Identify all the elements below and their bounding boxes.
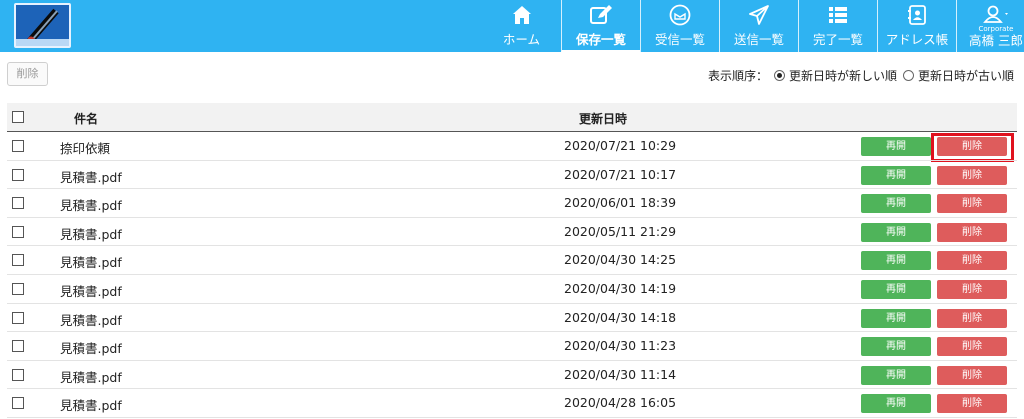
address-book-icon — [878, 4, 956, 28]
table-row: 捺印依頼 2020/07/21 10:29 再開 削除 — [7, 132, 1017, 161]
nav-label: 送信一覧 — [733, 32, 784, 47]
row-checkbox[interactable] — [12, 140, 24, 152]
table-row: 見積書.pdf 2020/06/01 18:39 再開 削除 — [7, 189, 1017, 218]
row-date: 2020/04/28 16:05 — [564, 395, 677, 411]
sort-order: 表示順序： 更新日時が新しい順 更新日時が古い順 — [708, 67, 1014, 84]
row-date: 2020/04/30 11:14 — [564, 366, 677, 382]
list-icon — [799, 4, 877, 28]
row-checkbox[interactable] — [12, 397, 24, 410]
document-table: 件名 更新日時 捺印依頼 2020/07/21 10:29 再開 削除 見積書.pdf 2… — [7, 103, 1017, 418]
delete-button[interactable]: 削除 — [937, 279, 1007, 299]
row-name[interactable]: 見積書.pdf — [60, 224, 122, 243]
user-name: 高橋 三郎 — [969, 33, 1023, 48]
resume-button[interactable]: 再開 — [861, 222, 931, 242]
row-name[interactable]: 見積書.pdf — [60, 195, 122, 214]
delete-button[interactable]: 削除 — [937, 137, 1007, 156]
row-checkbox[interactable] — [12, 311, 24, 324]
resume-button[interactable]: 再開 — [861, 279, 931, 299]
resume-button[interactable]: 再開 — [861, 337, 931, 357]
row-checkbox[interactable] — [12, 197, 24, 210]
main-nav: ホーム 保存一覧 受信一覧 送信一覧 完了一覧 アドレス帳 Corporate … — [482, 0, 1024, 52]
row-date: 2020/04/30 11:23 — [564, 338, 677, 354]
row-date: 2020/04/30 14:18 — [564, 309, 677, 325]
row-name[interactable]: 見積書.pdf — [60, 281, 122, 300]
row-date: 2020/07/21 10:29 — [564, 138, 677, 153]
top-header: ホーム 保存一覧 受信一覧 送信一覧 完了一覧 アドレス帳 Corporate … — [0, 0, 1024, 52]
nav-label: 保存一覧 — [575, 32, 626, 47]
delete-button[interactable]: 削除 — [937, 194, 1007, 214]
sort-oldest-label[interactable]: 更新日時が古い順 — [918, 67, 1014, 84]
nav-item-saved[interactable]: 保存一覧 — [561, 0, 640, 52]
sort-newest-radio[interactable] — [773, 70, 785, 81]
delete-button[interactable]: 削除 — [937, 251, 1007, 271]
row-name[interactable]: 見積書.pdf — [60, 310, 122, 329]
row-name[interactable]: 見積書.pdf — [60, 367, 122, 386]
column-header-date: 更新日時 — [579, 112, 628, 126]
bulk-delete-button[interactable]: 削除 — [7, 62, 48, 86]
table-row: 見積書.pdf 2020/04/30 14:18 再開 削除 — [7, 304, 1017, 333]
app-logo-icon[interactable] — [14, 3, 71, 48]
row-date: 2020/07/21 10:17 — [564, 166, 677, 182]
resume-button[interactable]: 再開 — [861, 165, 931, 185]
delete-button[interactable]: 削除 — [937, 394, 1007, 414]
table-row: 見積書.pdf 2020/04/30 14:25 再開 削除 — [7, 246, 1017, 275]
nav-label: 完了一覧 — [812, 32, 863, 47]
delete-button[interactable]: 削除 — [937, 165, 1007, 185]
sort-oldest-radio[interactable] — [902, 70, 914, 81]
row-name[interactable]: 見積書.pdf — [60, 338, 122, 357]
resume-button[interactable]: 再開 — [861, 394, 931, 414]
select-all-checkbox[interactable] — [12, 111, 24, 123]
table-row: 見積書.pdf 2020/04/28 16:05 再開 削除 — [7, 389, 1017, 418]
row-checkbox[interactable] — [12, 254, 24, 267]
resume-button[interactable]: 再開 — [861, 137, 931, 156]
resume-button[interactable]: 再開 — [861, 194, 931, 214]
row-date: 2020/04/30 14:19 — [564, 280, 677, 296]
nav-label: ホーム — [502, 32, 541, 47]
row-date: 2020/04/30 14:25 — [564, 252, 677, 268]
nav-item-sent[interactable]: 送信一覧 — [719, 0, 798, 52]
home-icon — [482, 4, 561, 28]
nav-label: 受信一覧 — [654, 32, 705, 47]
row-name[interactable]: 捺印依頼 — [60, 138, 110, 157]
nav-item-completed[interactable]: 完了一覧 — [798, 0, 877, 52]
user-tag: Corporate — [978, 25, 1014, 33]
row-name[interactable]: 見積書.pdf — [60, 252, 122, 271]
user-menu[interactable]: Corporate 高橋 三郎 — [956, 0, 1024, 52]
delete-button[interactable]: 削除 — [937, 222, 1007, 242]
table-row: 見積書.pdf 2020/04/30 14:19 再開 削除 — [7, 275, 1017, 304]
inbox-icon — [641, 4, 719, 28]
sort-label: 表示順序： — [707, 69, 768, 83]
table-row: 見積書.pdf 2020/05/11 21:29 再開 削除 — [7, 218, 1017, 247]
send-icon — [720, 4, 798, 28]
row-checkbox[interactable] — [12, 225, 24, 238]
nav-item-address-book[interactable]: アドレス帳 — [877, 0, 956, 52]
resume-button[interactable]: 再開 — [861, 251, 931, 271]
row-checkbox[interactable] — [12, 340, 24, 353]
table-row: 見積書.pdf 2020/04/30 11:14 再開 削除 — [7, 361, 1017, 390]
row-checkbox[interactable] — [12, 368, 24, 381]
column-header-name: 件名 — [74, 112, 99, 126]
delete-button[interactable]: 削除 — [937, 365, 1007, 385]
row-name[interactable]: 見積書.pdf — [60, 167, 122, 186]
resume-button[interactable]: 再開 — [861, 308, 931, 328]
resume-button[interactable]: 再開 — [861, 365, 931, 385]
table-row: 見積書.pdf 2020/04/30 11:23 再開 削除 — [7, 332, 1017, 361]
row-name[interactable]: 見積書.pdf — [60, 395, 122, 414]
row-date: 2020/05/11 21:29 — [564, 223, 677, 239]
sort-newest-label[interactable]: 更新日時が新しい順 — [789, 67, 897, 84]
table-header: 件名 更新日時 — [7, 103, 1017, 132]
edit-icon — [562, 4, 640, 28]
nav-item-inbox[interactable]: 受信一覧 — [640, 0, 719, 52]
nav-item-home[interactable]: ホーム — [482, 0, 561, 52]
row-date: 2020/06/01 18:39 — [564, 195, 677, 211]
delete-button[interactable]: 削除 — [937, 337, 1007, 357]
delete-button[interactable]: 削除 — [937, 308, 1007, 328]
row-checkbox[interactable] — [12, 282, 24, 295]
table-row: 見積書.pdf 2020/07/21 10:17 再開 削除 — [7, 161, 1017, 190]
row-checkbox[interactable] — [12, 168, 24, 181]
nav-label: アドレス帳 — [885, 32, 949, 47]
